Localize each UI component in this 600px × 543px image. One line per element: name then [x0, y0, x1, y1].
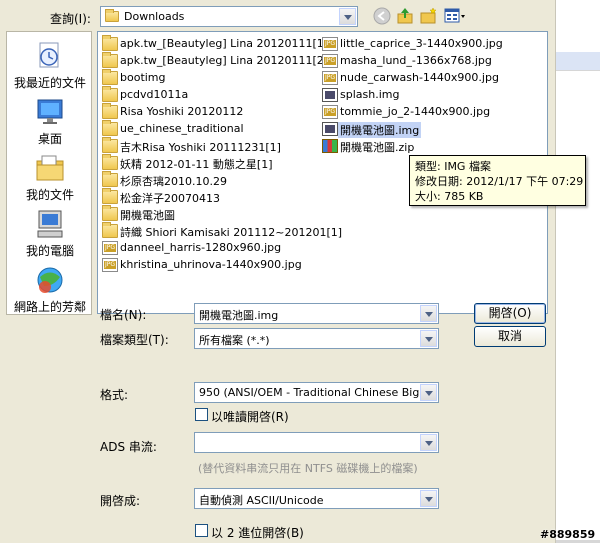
places-bar: 我最近的文件 桌面 我的文件 我的電腦 網路上的芳鄰: [6, 31, 92, 315]
watermark: #889859: [540, 528, 596, 541]
file-info-tooltip: 類型: IMG 檔案 修改日期: 2012/1/17 下午 07:29 大小: …: [409, 155, 586, 206]
chevron-down-icon[interactable]: [420, 384, 437, 401]
back-arrow-icon[interactable]: [373, 7, 391, 25]
ads-combo[interactable]: [194, 432, 439, 453]
folder-icon: [102, 52, 118, 68]
look-in-value: Downloads: [124, 10, 185, 23]
place-recent-documents[interactable]: 我最近的文件: [7, 40, 93, 92]
jpg-file-icon: [322, 105, 338, 119]
place-network[interactable]: 網路上的芳鄰: [7, 264, 93, 316]
look-in-combo[interactable]: Downloads: [100, 6, 358, 27]
place-label: 我的電腦: [25, 244, 74, 258]
tooltip-modified: 修改日期: 2012/1/17 下午 07:29: [415, 175, 584, 188]
chevron-down-icon[interactable]: [420, 490, 437, 507]
look-in-label: 查詢(I):: [50, 12, 91, 26]
folder-icon: [102, 120, 118, 136]
ads-hint: (替代資料串流只用在 NTFS 磁碟機上的檔案): [198, 462, 418, 475]
binary-checkbox[interactable]: [195, 524, 208, 537]
ads-label: ADS 串流:: [100, 440, 157, 454]
img-file-icon: [322, 88, 338, 102]
my-documents-icon: [34, 152, 66, 184]
filename-combo[interactable]: 開機電池圖.img: [194, 303, 439, 324]
binary-label[interactable]: 以 2 進位開啓(B): [211, 524, 304, 541]
folder-icon: [102, 137, 118, 153]
format-combo[interactable]: 950 (ANSI/OEM - Traditional Chinese Big5…: [194, 382, 439, 403]
format-label: 格式:: [100, 388, 129, 402]
folder-icon: [102, 69, 118, 85]
filename-label: 檔名(N):: [100, 308, 147, 322]
folder-icon: [105, 9, 119, 22]
filename-value: 開機電池圖.img: [199, 309, 279, 322]
place-desktop[interactable]: 桌面: [7, 96, 93, 148]
jpg-file-icon: [102, 258, 118, 272]
jpg-file-icon: [322, 71, 338, 85]
place-label: 桌面: [37, 132, 62, 146]
network-places-icon: [34, 264, 66, 296]
open-as-combo[interactable]: 自動偵測 ASCII/Unicode: [194, 488, 439, 509]
folder-icon: [102, 86, 118, 102]
place-label: 網路上的芳鄰: [13, 300, 86, 314]
background-window-header: [556, 52, 600, 70]
views-menu-icon[interactable]: [444, 7, 468, 25]
open-as-value: 自動偵測 ASCII/Unicode: [199, 494, 324, 507]
readonly-label[interactable]: 以唯讀開啓(R): [211, 408, 289, 425]
place-label: 我的文件: [25, 188, 74, 202]
jpg-file-icon: [322, 54, 338, 68]
background-window-row: [556, 70, 600, 130]
background-window: [555, 0, 600, 543]
open-button[interactable]: 開啓(O): [474, 303, 546, 324]
readonly-checkbox[interactable]: [195, 408, 208, 421]
folder-icon: [102, 35, 118, 51]
filetype-value: 所有檔案 (*.*): [199, 334, 270, 347]
folder-icon: [102, 188, 118, 204]
folder-icon: [102, 205, 118, 221]
open-as-label: 開啓成:: [100, 494, 141, 508]
my-computer-icon: [34, 208, 66, 240]
place-my-documents[interactable]: 我的文件: [7, 152, 93, 204]
chevron-down-icon[interactable]: [420, 434, 437, 451]
new-folder-icon[interactable]: [420, 7, 438, 25]
jpg-file-icon: [322, 37, 338, 51]
filetype-combo[interactable]: 所有檔案 (*.*): [194, 328, 439, 349]
folder-icon: [102, 103, 118, 119]
filetype-label: 檔案類型(T):: [100, 333, 169, 347]
folder-icon: [102, 171, 118, 187]
place-my-computer[interactable]: 我的電腦: [7, 208, 93, 260]
img-file-icon: [322, 122, 338, 136]
folder-icon: [102, 154, 118, 170]
format-value: 950 (ANSI/OEM - Traditional Chinese Big5…: [199, 386, 431, 399]
chevron-down-icon[interactable]: [339, 8, 356, 25]
chevron-down-icon[interactable]: [420, 330, 437, 347]
desktop-icon: [34, 96, 66, 128]
folder-icon: [102, 222, 118, 238]
cancel-button[interactable]: 取消: [474, 326, 546, 347]
jpg-file-icon: [102, 241, 118, 255]
tooltip-size: 大小: 785 KB: [415, 190, 484, 203]
chevron-down-icon[interactable]: [420, 305, 437, 322]
place-label: 我最近的文件: [13, 76, 86, 90]
up-folder-icon[interactable]: [396, 7, 414, 25]
zip-file-icon: [322, 139, 338, 153]
tooltip-type: 類型: IMG 檔案: [415, 160, 491, 173]
recent-documents-icon: [34, 40, 66, 72]
